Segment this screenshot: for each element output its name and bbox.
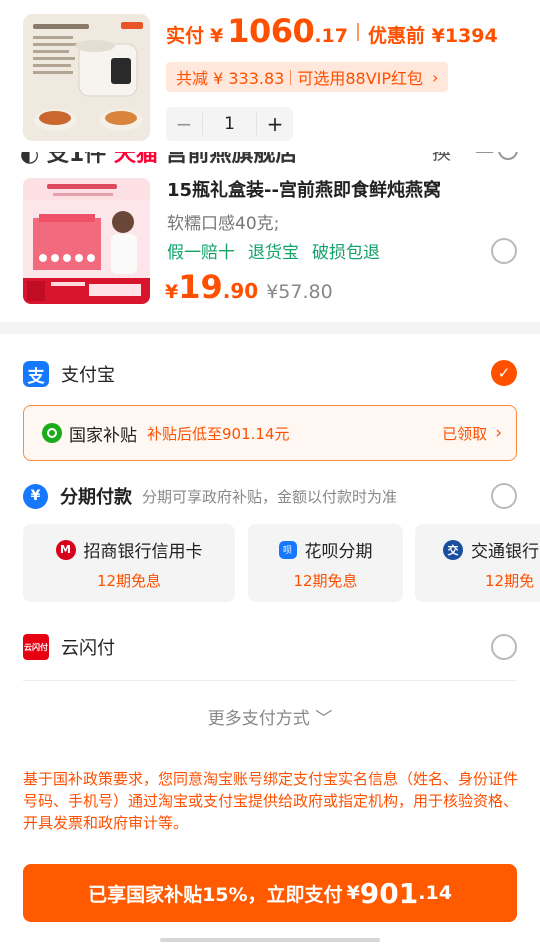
installment-radio[interactable] <box>491 483 517 509</box>
subsidy-status: 已领取 <box>442 424 488 443</box>
total-price: 实付 ¥ 1060 .17 优惠前 ¥1394 <box>166 12 498 50</box>
installment-card-cmb[interactable]: M 招商银行信用卡 12期免息 <box>23 524 235 602</box>
increase-button[interactable]: + <box>257 112 293 136</box>
unionpay-icon: 云闪付 <box>23 634 49 660</box>
home-indicator <box>160 938 380 942</box>
subsidy-icon <box>42 423 62 443</box>
checkout-page: ◐ 支1件 天猫 宫前燕旗舰店 换一换 <box>0 0 540 945</box>
product-image[interactable] <box>23 178 150 304</box>
alipay-label: 支付宝 <box>61 365 115 386</box>
product-subtitle: 软糯口感40克; <box>167 214 280 234</box>
installment-cards: M 招商银行信用卡 12期免息 呗花呗分期 12期免息 交交通银行 12期免 <box>23 524 540 602</box>
installment-card-bocom[interactable]: 交交通银行 12期免 <box>415 524 540 602</box>
product-price: ¥ 19 .90 ¥57.80 <box>165 268 333 306</box>
subsidy-desc: 补贴后低至901.14元 <box>147 424 290 443</box>
payment-section: 支 支付宝 ✓ 国家补贴 补贴后低至901.14元 已领取 › ¥ 分期付款 分… <box>0 334 540 945</box>
product-select-radio[interactable] <box>491 238 517 264</box>
installment-icon: ¥ <box>23 483 48 509</box>
quantity-value[interactable]: 1 <box>202 113 257 135</box>
addon-product: 15瓶礼盒装--宫前燕即食鲜炖燕窝 软糯口感40克; 假一赔十 退货宝 破损包退… <box>0 168 540 318</box>
quantity-stepper: − 1 + <box>166 107 293 141</box>
policy-notice: 基于国补政策要求，您同意淘宝账号绑定支付宝实名信息（姓名、身份证件号码、手机号）… <box>23 770 519 832</box>
tag: 假一赔十 <box>167 243 235 263</box>
tag: 退货宝 <box>248 243 299 263</box>
bocom-bank-icon: 交 <box>443 539 463 560</box>
installment-card-huabei[interactable]: 呗花呗分期 12期免息 <box>248 524 403 602</box>
discount-pill[interactable]: 共减 ¥ 333.83 可选用88VIP红包 › <box>166 62 449 92</box>
payment-option-unionpay[interactable]: 云闪付 云闪付 <box>23 632 517 662</box>
national-subsidy-banner[interactable]: 国家补贴 补贴后低至901.14元 已领取 › <box>23 405 517 461</box>
installment-note: 分期可享政府补贴，金额以付款时为准 <box>142 487 398 506</box>
divider <box>23 680 517 681</box>
payment-option-installment[interactable]: ¥ 分期付款 分期可享政府补贴，金额以付款时为准 <box>23 481 517 511</box>
more-payment-methods[interactable]: 更多支付方式 ﹀ <box>0 704 540 729</box>
unionpay-radio[interactable] <box>491 634 517 660</box>
chevron-right-icon: › <box>495 423 502 443</box>
subsidy-name: 国家补贴 <box>69 425 137 446</box>
unionpay-label: 云闪付 <box>61 638 115 659</box>
huabei-icon: 呗 <box>278 540 297 559</box>
decrease-button[interactable]: − <box>166 112 202 136</box>
service-tags: 假一赔十 退货宝 破损包退 <box>167 238 393 263</box>
product-title[interactable]: 15瓶礼盒装--宫前燕即食鲜炖燕窝 <box>167 176 441 202</box>
section-gap <box>0 322 540 334</box>
tag: 破损包退 <box>312 243 380 263</box>
cmb-bank-icon: M <box>55 539 76 560</box>
alipay-icon: 支 <box>23 361 49 387</box>
payment-option-alipay[interactable]: 支 支付宝 ✓ <box>23 359 517 389</box>
installment-label: 分期付款 <box>60 487 132 508</box>
divider <box>356 23 359 41</box>
product-thumbnail[interactable] <box>23 14 150 141</box>
chevron-right-icon: › <box>432 67 439 87</box>
checkmark-icon[interactable]: ✓ <box>491 360 517 386</box>
main-product-header: 实付 ¥ 1060 .17 优惠前 ¥1394 共减 ¥ 333.83 可选用8… <box>0 0 540 152</box>
pay-now-button[interactable]: 已享国家补贴15%，立即支付 ¥ 901 .14 <box>23 864 517 922</box>
